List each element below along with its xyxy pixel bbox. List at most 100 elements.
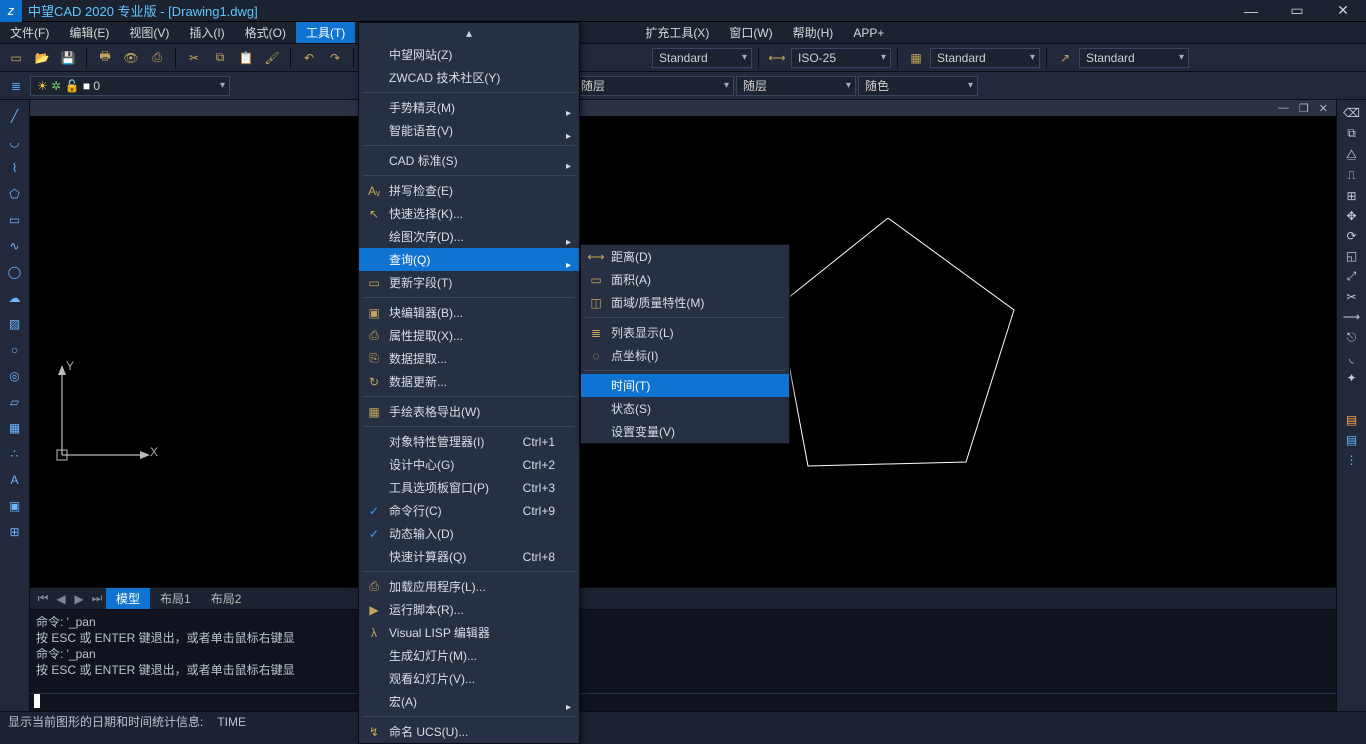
menu-runscript[interactable]: ▶运行脚本(R)... (359, 598, 579, 621)
mleader-style-dropdown[interactable]: Standard (1079, 48, 1189, 68)
menu-format[interactable]: 格式(O) (235, 22, 296, 43)
menu-dataupd[interactable]: ↻数据更新... (359, 370, 579, 393)
menu-objmgr[interactable]: 对象特性管理器(I)Ctrl+1 (359, 430, 579, 453)
menu-nameucs[interactable]: ↯命名 UCS(U)... (359, 720, 579, 743)
erase-icon[interactable]: ⌫ (1343, 106, 1360, 120)
tab-layout2[interactable]: 布局2 (201, 588, 252, 609)
point-icon[interactable]: ∴ (5, 444, 25, 464)
menu-edit[interactable]: 编辑(E) (59, 22, 119, 43)
tab-last-icon[interactable]: ⏭ (88, 591, 106, 606)
menu-dataext[interactable]: ⎘数据提取... (359, 347, 579, 370)
layer-dropdown[interactable]: ☀ ✲ 🔓 ■ 0 (30, 76, 230, 96)
cloud-icon[interactable]: ☁ (5, 288, 25, 308)
menu-attrext[interactable]: ⎙属性提取(X)... (359, 324, 579, 347)
redo-icon[interactable]: ↷ (323, 46, 347, 70)
maximize-button[interactable]: ▭ (1274, 0, 1320, 22)
tab-first-icon[interactable]: ⏮ (34, 591, 52, 606)
menu-spell[interactable]: Aᵥ拼写检查(E) (359, 179, 579, 202)
array-icon[interactable]: ⊞ (1346, 189, 1356, 203)
menu-gesture[interactable]: 手势精灵(M) (359, 96, 579, 119)
menu-viewslide[interactable]: 观看幻灯片(V)... (359, 667, 579, 690)
save-icon[interactable]: 💾 (56, 46, 80, 70)
table-style-dropdown[interactable]: Standard (930, 48, 1040, 68)
submenu-idpoint[interactable]: ◌点坐标(I) (581, 344, 789, 367)
break-icon[interactable]: ⎋ (1347, 330, 1357, 345)
doc-minimize-icon[interactable]: ― (1278, 102, 1289, 114)
submenu-setvar[interactable]: 设置变量(V) (581, 420, 789, 443)
menu-draworder[interactable]: 绘图次序(D)... (359, 225, 579, 248)
menu-scroll-up- -icon[interactable]: ▴ (359, 23, 579, 43)
move-icon[interactable]: ✥ (1346, 209, 1356, 223)
command-input[interactable] (30, 693, 1336, 711)
submenu-area[interactable]: ▭面积(A) (581, 268, 789, 291)
hatch-icon[interactable]: ▨ (5, 314, 25, 334)
extend-icon[interactable]: ⟶ (1343, 310, 1360, 324)
submenu-status[interactable]: 状态(S) (581, 397, 789, 420)
paste-icon[interactable]: 📋 (234, 46, 258, 70)
submenu-massprops[interactable]: ◫面域/质量特性(M) (581, 291, 789, 314)
rect-icon[interactable]: ▭ (5, 210, 25, 230)
menu-handexp[interactable]: ▦手绘表格导出(W) (359, 400, 579, 423)
mirror-icon[interactable]: ⧋ (1346, 147, 1357, 162)
text-icon[interactable]: A (5, 470, 25, 490)
scale-icon[interactable]: ◱ (1346, 249, 1357, 263)
polygon-icon[interactable]: ⬠ (5, 184, 25, 204)
menu-app[interactable]: APP+ (843, 22, 894, 43)
menu-ext[interactable]: 扩充工具(X) (635, 22, 719, 43)
offset-icon[interactable]: ⎍ (1347, 168, 1355, 183)
menu-loadapp[interactable]: ⎙加载应用程序(L)... (359, 575, 579, 598)
menu-cmdline[interactable]: ✓命令行(C)Ctrl+9 (359, 499, 579, 522)
color-dropdown[interactable]: 随层 (574, 76, 734, 96)
rotate-icon[interactable]: ⟳ (1346, 229, 1356, 243)
menu-insert[interactable]: 插入(I) (179, 22, 234, 43)
dim-style-dropdown[interactable]: ISO-25 (791, 48, 891, 68)
linetype-dropdown[interactable]: 随层 (736, 76, 856, 96)
submenu-time[interactable]: 时间(T) (581, 374, 789, 397)
menu-blockedit[interactable]: ▣块编辑器(B)... (359, 301, 579, 324)
preview-icon[interactable]: 👁 (119, 46, 143, 70)
menu-toolpal[interactable]: 工具选项板窗口(P)Ctrl+3 (359, 476, 579, 499)
region-icon[interactable]: ▱ (5, 392, 25, 412)
more-icon[interactable]: ⋮ (1346, 453, 1358, 467)
menu-website[interactable]: 中望网站(Z) (359, 43, 579, 66)
menu-window[interactable]: 窗口(W) (719, 22, 782, 43)
tab-layout1[interactable]: 布局1 (150, 588, 201, 609)
menu-quickcalc[interactable]: 快速计算器(Q)Ctrl+8 (359, 545, 579, 568)
submenu-list[interactable]: ≣列表显示(L) (581, 321, 789, 344)
minimize-button[interactable]: ― (1228, 0, 1274, 22)
trim-icon[interactable]: ✂ (1346, 290, 1356, 304)
menu-query[interactable]: 查询(Q) (359, 248, 579, 271)
ellipse-icon[interactable]: ◯ (5, 262, 25, 282)
text-style-dropdown[interactable]: Standard (652, 48, 752, 68)
donut-icon[interactable]: ◎ (5, 366, 25, 386)
lineweight-dropdown[interactable]: 随色 (858, 76, 978, 96)
submenu-distance[interactable]: ⟷距离(D) (581, 245, 789, 268)
spline-icon[interactable]: ∿ (5, 236, 25, 256)
query-submenu[interactable]: ⟷距离(D) ▭面积(A) ◫面域/质量特性(M) ≣列表显示(L) ◌点坐标(… (580, 244, 790, 444)
menu-community[interactable]: ZWCAD 技术社区(Y) (359, 66, 579, 89)
tab-prev-icon[interactable]: ◀ (52, 592, 70, 606)
copy-icon[interactable]: ⧉ (208, 46, 232, 70)
fillet-icon[interactable]: ◟ (1349, 351, 1354, 365)
layers-icon[interactable]: ▤ (1346, 433, 1357, 447)
menu-voice[interactable]: 智能语音(V) (359, 119, 579, 142)
table-icon[interactable]: ▦ (5, 418, 25, 438)
explode-icon[interactable]: ✦ (1346, 371, 1356, 385)
menu-vlisp[interactable]: λVisual LISP 编辑器 (359, 621, 579, 644)
menu-macro[interactable]: 宏(A) (359, 690, 579, 713)
doc-close-icon[interactable]: ✕ (1319, 102, 1328, 115)
menu-designctr[interactable]: 设计中心(G)Ctrl+2 (359, 453, 579, 476)
new-icon[interactable]: ▭ (4, 46, 28, 70)
circle-icon[interactable]: ○ (5, 340, 25, 360)
print-icon[interactable]: 🖶 (93, 46, 117, 70)
menu-view[interactable]: 视图(V) (119, 22, 179, 43)
mleader-icon[interactable]: ↗ (1053, 46, 1077, 70)
menu-help[interactable]: 帮助(H) (783, 22, 844, 43)
close-button[interactable]: ✕ (1320, 0, 1366, 22)
tab-model[interactable]: 模型 (106, 588, 150, 609)
dim-icon[interactable]: ⟷ (765, 46, 789, 70)
table-style-icon[interactable]: ▦ (904, 46, 928, 70)
undo-icon[interactable]: ↶ (297, 46, 321, 70)
match-icon[interactable]: 🖌 (260, 46, 284, 70)
grid-icon[interactable]: ⊞ (5, 522, 25, 542)
